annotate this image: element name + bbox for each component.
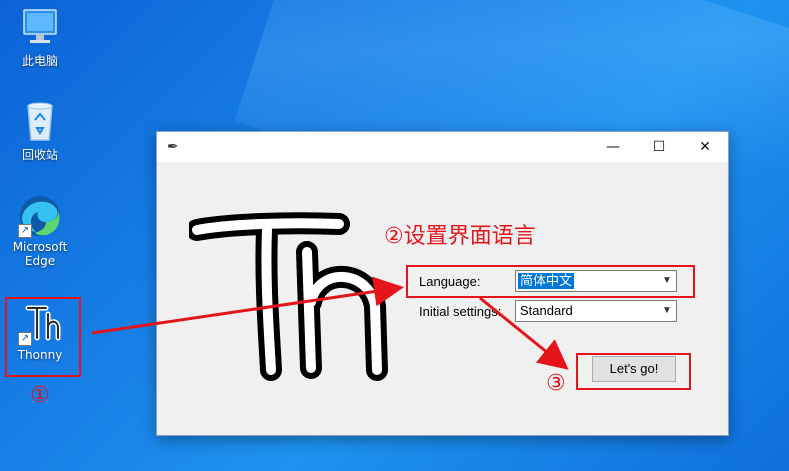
maximize-button[interactable]: ☐ [636,132,682,162]
desktop-icon-label-line2: Edge [24,254,56,268]
annotation-box-language [406,265,695,298]
initial-settings-label: Initial settings: [419,304,502,319]
shortcut-arrow-icon: ↗ [18,224,32,238]
initial-settings-select-value: Standard [520,303,573,318]
minimize-button[interactable]: — [590,132,636,162]
desktop-icon-label: 此电脑 [21,54,58,68]
thonny-logo [186,182,389,382]
annotation-step2: ②设置界面语言 [384,224,536,249]
annotation-step3: ③ [546,371,566,396]
desktop-icon-label-line1: Microsoft [12,240,68,254]
annotation-box-go-button [576,353,691,390]
desktop-icon-edge[interactable]: ↗ Microsoft Edge [4,192,76,268]
annotation-step1: ① [30,383,50,408]
computer-icon [16,6,64,50]
feather-icon: ✒ [167,139,179,155]
desktop-icon-this-pc[interactable]: 此电脑 [4,6,76,68]
close-button[interactable]: ✕ [682,132,728,162]
annotation-box-thonny-icon [5,297,81,377]
initial-settings-select[interactable]: Standard ▼ [515,300,677,322]
edge-icon: ↗ [16,192,64,238]
desktop-icon-label: 回收站 [21,148,58,162]
recycle-bin-icon [16,100,64,144]
desktop-icon-recycle-bin[interactable]: 回收站 [4,100,76,162]
window-titlebar[interactable]: ✒ — ☐ ✕ [157,132,728,163]
chevron-down-icon: ▼ [662,305,672,316]
